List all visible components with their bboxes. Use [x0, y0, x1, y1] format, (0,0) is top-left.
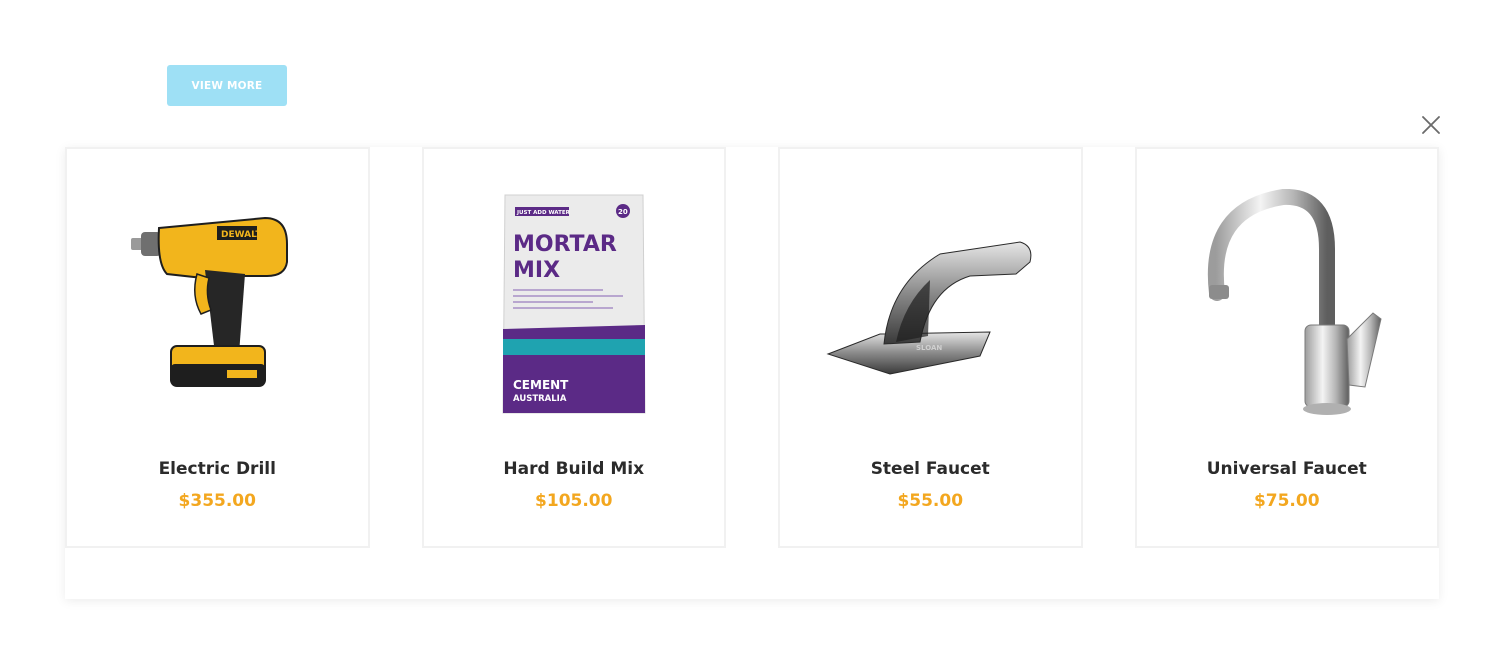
svg-text:CEMENT: CEMENT [513, 378, 569, 392]
product-name[interactable]: Universal Faucet [1137, 459, 1438, 479]
product-card[interactable]: SLOAN Steel Faucet $55.00 [778, 147, 1083, 548]
product-name[interactable]: Steel Faucet [780, 459, 1081, 479]
svg-text:JUST ADD WATER: JUST ADD WATER [516, 210, 571, 216]
svg-text:AUSTRALIA: AUSTRALIA [513, 394, 567, 404]
sensor-faucet-image: SLOAN [780, 179, 1081, 429]
product-price: $55.00 [897, 491, 964, 511]
chrome-faucet-image [1137, 179, 1438, 429]
product-name[interactable]: Electric Drill [67, 459, 368, 479]
product-card[interactable]: Universal Faucet $75.00 [1134, 147, 1439, 548]
svg-text:MIX: MIX [513, 258, 560, 283]
svg-text:20: 20 [618, 208, 628, 216]
drill-image: DEWALT [67, 179, 368, 429]
quick-view-panel: DEWALT Electric Drill $355.00 JUST ADD W… [65, 147, 1439, 599]
svg-text:SLOAN: SLOAN [916, 344, 942, 352]
product-price: $105.00 [535, 491, 613, 511]
mortar-mix-bag-image: JUST ADD WATER 20 MORTAR MIX CEMENT AUST… [424, 179, 725, 429]
svg-text:DEWALT: DEWALT [221, 230, 262, 240]
product-card[interactable]: DEWALT Electric Drill $355.00 [65, 147, 370, 548]
product-price: $75.00 [1253, 491, 1320, 511]
view-more-button[interactable]: VIEW MORE [167, 65, 287, 106]
svg-text:MORTAR: MORTAR [513, 232, 617, 257]
close-icon[interactable] [1420, 114, 1442, 136]
product-card[interactable]: JUST ADD WATER 20 MORTAR MIX CEMENT AUST… [421, 147, 726, 548]
product-price: $355.00 [178, 491, 256, 511]
product-list: DEWALT Electric Drill $355.00 JUST ADD W… [65, 147, 1439, 548]
product-name[interactable]: Hard Build Mix [424, 459, 725, 479]
